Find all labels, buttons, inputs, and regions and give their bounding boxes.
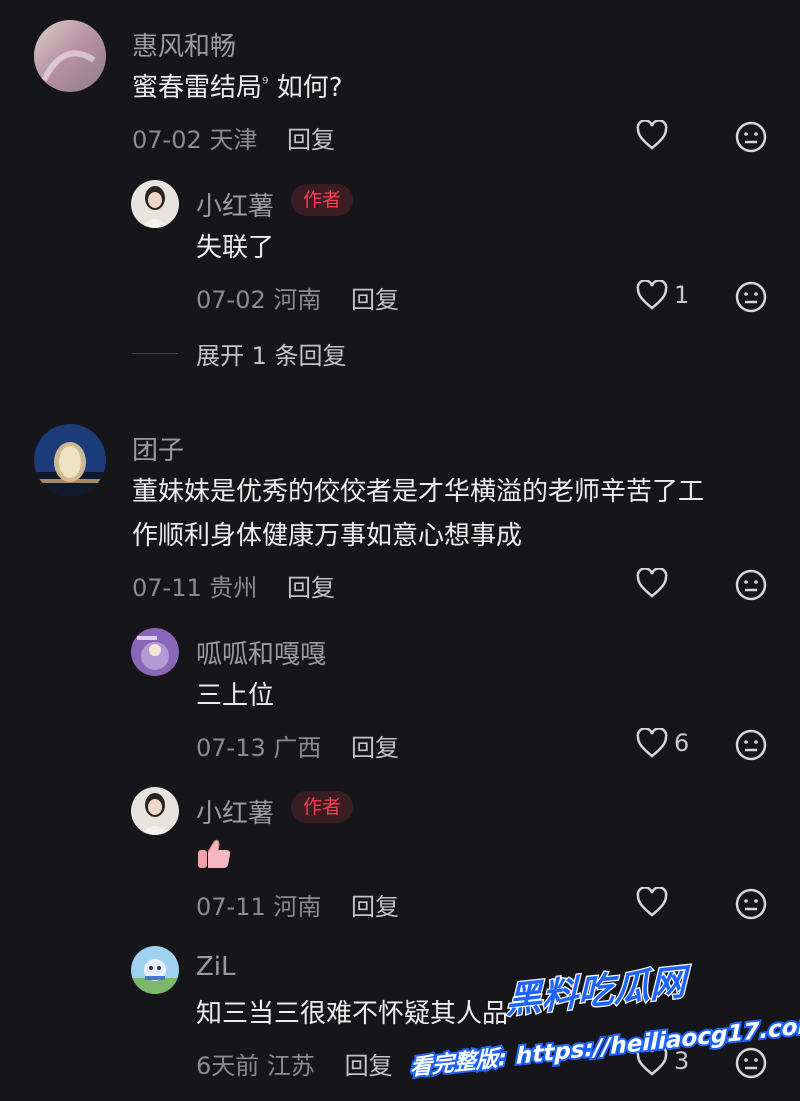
avatar[interactable]	[131, 946, 179, 994]
expand-label: 展开 1 条回复	[196, 342, 347, 370]
comment-location: 天津	[209, 126, 258, 154]
like-button[interactable]	[636, 568, 668, 598]
username[interactable]: 团子	[132, 430, 184, 467]
like-button[interactable]: 6	[636, 728, 689, 758]
heart-outline-icon	[636, 280, 668, 310]
like-button[interactable]: 1	[636, 280, 689, 310]
author-badge: 作者	[291, 184, 354, 216]
username[interactable]: 小红薯	[196, 793, 274, 830]
comment-date: 07-02	[132, 126, 202, 154]
search-icon[interactable]: ⁹	[262, 74, 268, 93]
neutral-face-icon[interactable]	[734, 280, 768, 314]
neutral-face-icon[interactable]	[734, 728, 768, 762]
reply-button[interactable]: 回复	[351, 893, 399, 921]
author-badge: 作者	[291, 791, 354, 823]
comment-date: 07-11	[132, 574, 202, 602]
thumbs-up-emoji	[198, 839, 231, 868]
comment-date: 07-13	[196, 734, 266, 762]
comment-meta: 07-02 天津 回复	[132, 120, 335, 155]
heart-outline-icon	[636, 568, 668, 598]
watermark-label: 看完整版:	[410, 1045, 507, 1081]
avatar[interactable]	[131, 628, 179, 676]
reply-button[interactable]: 回复	[345, 1052, 393, 1080]
neutral-face-icon[interactable]	[734, 568, 768, 602]
comment-location: 河南	[273, 286, 322, 314]
like-button[interactable]	[636, 120, 668, 150]
like-count: 6	[674, 729, 690, 757]
avatar[interactable]	[34, 424, 106, 496]
avatar[interactable]	[34, 20, 106, 92]
reply-button[interactable]: 回复	[351, 734, 399, 762]
comment-date: 07-11	[196, 893, 266, 921]
comment-meta: 6天前 江苏 回复	[196, 1046, 393, 1081]
comment-location: 广西	[273, 734, 322, 762]
comment-text: 董妹妹是优秀的佼佼者是才华横溢的老师辛苦了工 作顺利身体健康万事如意心想事成	[132, 477, 705, 551]
comment-location: 河南	[273, 893, 322, 921]
watermark-overlay: 黑料吃瓜网 看完整版: https://heiliaocg17.com	[410, 959, 800, 1083]
username[interactable]: ZiL	[196, 952, 236, 982]
comment-text: 失联了	[196, 233, 275, 263]
reply-button[interactable]: 回复	[287, 574, 335, 602]
neutral-face-icon[interactable]	[734, 887, 768, 921]
username[interactable]: 呱呱和嘎嘎	[196, 634, 326, 671]
reply-button[interactable]: 回复	[351, 286, 399, 314]
avatar[interactable]	[131, 787, 179, 835]
heart-outline-icon	[636, 728, 668, 758]
comment-meta: 07-02 河南 回复	[196, 280, 399, 315]
comment-meta: 07-11 河南 回复	[196, 887, 399, 922]
watermark-url: https://heiliaocg17.com	[516, 1012, 800, 1070]
like-button[interactable]	[636, 887, 668, 917]
like-count: 1	[674, 281, 690, 309]
comment-text: 蜜春雷结局⁹ 如何?	[132, 73, 343, 103]
username[interactable]: 小红薯	[196, 186, 274, 223]
comment-date: 6天前	[196, 1052, 260, 1080]
heart-outline-icon	[636, 887, 668, 917]
username[interactable]: 惠风和畅	[132, 26, 236, 63]
reply-button[interactable]: 回复	[287, 126, 335, 154]
comment-meta: 07-13 广西 回复	[196, 728, 399, 763]
neutral-face-icon[interactable]	[734, 120, 768, 154]
comment-location: 江苏	[266, 1052, 315, 1080]
comment-date: 07-02	[196, 286, 266, 314]
comment-location: 贵州	[209, 574, 258, 602]
avatar[interactable]	[131, 180, 179, 228]
comment-meta: 07-11 贵州 回复	[132, 568, 335, 603]
heart-outline-icon	[636, 120, 668, 150]
watermark-title: 黑料吃瓜网	[506, 961, 691, 1022]
comment-text: 三上位	[196, 681, 275, 711]
expand-replies-button[interactable]: 展开 1 条回复	[132, 336, 347, 371]
divider	[132, 353, 178, 354]
